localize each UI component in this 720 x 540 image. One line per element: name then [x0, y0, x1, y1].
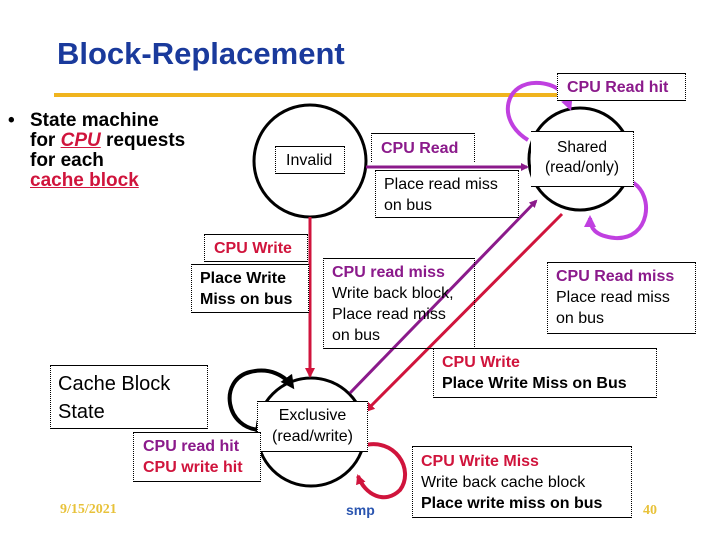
cache-block-state-line-2: State [58, 401, 105, 423]
bullet-symbol: • [8, 110, 15, 131]
label-cpu-read-miss-shared: CPU Read miss Place read miss on bus [547, 262, 696, 334]
bullet-line-3: for each [30, 150, 104, 171]
exclusive-read-hit: CPU read hit [143, 438, 240, 455]
label-cpu-read-miss-exclusive: CPU read miss Write back block, Place re… [323, 258, 475, 349]
label-place-read-miss: Place read miss on bus [375, 170, 519, 218]
exclusive-write-hit: CPU write hit [143, 459, 243, 476]
write-miss-title: CPU Write Miss [421, 453, 539, 470]
write-miss-line-1: Write back cache block [421, 474, 586, 491]
page-number: 40 [643, 503, 657, 518]
cache-block-state-line-1: Cache Block [58, 373, 171, 395]
footer-date: 9/15/2021 [60, 502, 117, 517]
label-exclusive-hits: CPU read hit CPU write hit [133, 432, 261, 482]
label-cpu-write-shared: CPU Write Place Write Miss on Bus [433, 348, 657, 398]
footer-center-text: smp [346, 502, 375, 518]
label-cpu-read-hit: CPU Read hit [557, 73, 686, 101]
shared-read-miss-line-1: Place read miss [556, 289, 670, 306]
loop-exclusive-write-miss [356, 442, 407, 500]
label-cpu-read: CPU Read [371, 133, 475, 162]
cache-block-state-label: Cache Block State [50, 365, 208, 429]
cpu-read-miss-line-2: Place read miss [332, 306, 446, 323]
state-exclusive-line-1: Exclusive [278, 407, 347, 424]
label-place-write-miss: Place Write Miss on bus [191, 264, 309, 313]
bullet-line-1: State machine [30, 110, 159, 131]
place-read-miss-line-1: Place read miss [384, 176, 498, 193]
label-cpu-write: CPU Write [204, 234, 308, 262]
shared-write-title: CPU Write [442, 354, 520, 371]
place-read-miss-line-2: on bus [384, 197, 433, 214]
cpu-read-miss-title: CPU read miss [332, 264, 445, 281]
state-shared-line-1: Shared [557, 139, 607, 156]
cpu-link[interactable]: CPU [61, 130, 101, 151]
place-write-miss-line-1: Place Write [200, 270, 286, 287]
place-write-miss-line-2: Miss on bus [200, 291, 293, 308]
loop-shared-read-miss [584, 180, 648, 241]
label-cpu-write-miss: CPU Write Miss Write back cache block Pl… [412, 446, 632, 518]
cpu-read-miss-line-3: on bus [332, 327, 381, 344]
state-shared-label: Shared (read/only) [531, 131, 634, 187]
cache-block-link[interactable]: cache block [30, 171, 185, 191]
shared-write-line-1: Place Write Miss on Bus [442, 375, 627, 392]
state-exclusive-label: Exclusive (read/write) [257, 401, 368, 452]
bullet-text-for: for [30, 130, 61, 151]
state-invalid-label: Invalid [275, 146, 345, 174]
write-miss-line-2: Place write miss on bus [421, 495, 603, 512]
shared-read-miss-title: CPU Read miss [556, 268, 675, 285]
state-exclusive-line-2: (read/write) [272, 428, 353, 445]
cpu-read-miss-line-1: Write back block, [332, 285, 454, 302]
state-shared-line-2: (read/only) [544, 159, 620, 176]
shared-read-miss-line-2: on bus [556, 310, 605, 327]
bullet-line-2: for CPU requests [30, 131, 185, 151]
bullet-text-requests: requests [100, 130, 186, 151]
slide: Block-Replacement • State machine for CP… [0, 0, 720, 540]
